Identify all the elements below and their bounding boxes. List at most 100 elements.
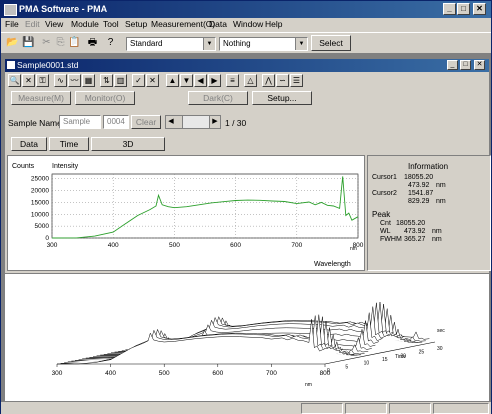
cursor2-unit: nm (436, 198, 446, 205)
cursor1-unit: nm (436, 182, 446, 189)
maximize-button[interactable]: □ (457, 3, 470, 15)
menu-setup[interactable]: Setup (125, 19, 147, 29)
preset-combo[interactable]: Standard ▼ (126, 37, 216, 51)
y-tick-label: 25000 (31, 176, 49, 183)
setup-button[interactable]: Setup... (252, 91, 312, 105)
menu-bar: File Edit View Module Tool Setup Measure… (1, 18, 491, 31)
doc-minimize-button[interactable]: _ (447, 60, 458, 70)
spectrum-icon[interactable]: ∿ (54, 74, 67, 87)
spectrum-graph[interactable]: Counts Intensity 25000 20000 15000 10000 500… (7, 155, 365, 271)
waterfall-graph[interactable]: 300 400 500 600 700 800 0 5 10 15 20 25 30 nm Time … (5, 273, 489, 402)
arrow-right-icon[interactable]: ▶ (208, 74, 221, 87)
columns-icon[interactable]: ▥ (114, 74, 127, 87)
main-toolbar: 📂 💾 ✂ ⎘ 📋 🖶 ? Standard ▼ Nothing ▼ Selec… (1, 32, 491, 54)
lines-icon[interactable]: ☰ (290, 74, 303, 87)
tab-time[interactable]: Time (49, 137, 89, 151)
curve-icon[interactable]: ∽ (276, 74, 289, 87)
arrow-left-icon[interactable]: ◀ (194, 74, 207, 87)
help-icon[interactable]: ? (103, 35, 118, 50)
page-indicator: 1 / 30 (225, 118, 247, 128)
cross-icon[interactable]: ✕ (146, 74, 159, 87)
lock-icon[interactable]: ⚿ (36, 74, 49, 87)
measure-button[interactable]: Measure(M) (11, 91, 71, 105)
doc-close-button[interactable]: ✕ (474, 60, 485, 70)
chevron-down-icon: ▼ (203, 38, 215, 50)
triangle-icon[interactable]: △ (244, 74, 257, 87)
document-title-bar: Sample0001.std _ □ ✕ (5, 59, 489, 72)
close-button[interactable]: ✕ (473, 3, 486, 15)
waterfall-time-tick-label: 10 (364, 361, 370, 367)
cursor2-value: 1541.87 (408, 190, 434, 197)
menu-module[interactable]: Module (71, 19, 99, 29)
waterfall-x-tick-label: 600 (212, 370, 223, 377)
app-title: PMA Software - PMA (19, 4, 108, 14)
cursor1-value: 18055.20 (404, 174, 434, 181)
menu-help[interactable]: Help (265, 19, 282, 29)
waterfall-x-unit: nm (305, 382, 312, 388)
x-tick-label: 500 (169, 242, 180, 249)
dark-button[interactable]: Dark(C) (188, 91, 248, 105)
sample-index-input[interactable]: 0004 (103, 115, 129, 129)
menu-window[interactable]: Window (233, 19, 263, 29)
menu-tool[interactable]: Tool (103, 19, 119, 29)
preset-combo-value: Standard (130, 39, 163, 48)
menu-file[interactable]: File (5, 19, 19, 29)
waterfall-time-tick-label: 15 (382, 357, 388, 363)
peak-icon[interactable]: ⋀ (262, 74, 275, 87)
copy-icon[interactable]: ⎘ (53, 35, 68, 50)
waterfall-x-tick-label: 700 (266, 370, 277, 377)
reset-icon[interactable]: ✕ (22, 74, 35, 87)
waterfall-time-tick-label: 25 (419, 350, 425, 356)
sort-icon[interactable]: ⇅ (100, 74, 113, 87)
x-tick-label: 700 (291, 242, 302, 249)
waterfall-time-label: Time (395, 354, 406, 360)
status-pane-1 (301, 403, 343, 414)
select-button[interactable]: Select (311, 35, 351, 51)
check-icon[interactable]: ✓ (132, 74, 145, 87)
open-folder-icon[interactable]: 📂 (5, 35, 20, 50)
sample-name-input[interactable]: Sample (59, 115, 101, 129)
document-icon (7, 61, 15, 69)
waterfall-time-tick-label: 30 (437, 346, 443, 352)
menu-data[interactable]: Data (209, 19, 227, 29)
menu-edit[interactable]: Edit (25, 19, 40, 29)
paste-icon[interactable]: 📋 (67, 35, 82, 50)
tab-3d[interactable]: 3D (91, 137, 165, 151)
arrow-down-icon[interactable]: ▼ (180, 74, 193, 87)
x-tick-label: 600 (230, 242, 241, 249)
doc-maximize-button[interactable]: □ (460, 60, 471, 70)
page-scrollbar[interactable]: ◀ ▶ (165, 115, 221, 129)
print-icon[interactable]: 🖶 (85, 35, 100, 50)
save-icon[interactable]: 💾 (21, 35, 36, 50)
wave-icon[interactable]: 〰 (68, 74, 81, 87)
wl-unit: nm (432, 228, 442, 235)
plot-frame (51, 173, 359, 239)
menu-view[interactable]: View (45, 19, 63, 29)
cut-icon[interactable]: ✂ (39, 35, 54, 50)
waterfall-x-tick-label: 300 (52, 370, 63, 377)
grid-icon[interactable]: ▦ (82, 74, 95, 87)
fwhm-unit: nm (432, 236, 442, 243)
app-window: PMA Software - PMA _ □ ✕ File Edit View … (0, 0, 492, 414)
x-unit-label: nm (350, 246, 357, 252)
spectrum-chart: Counts Intensity 25000 20000 15000 10000 500… (12, 163, 364, 268)
clear-button[interactable]: Clear (131, 115, 161, 129)
arrow-up-icon[interactable]: ▲ (166, 74, 179, 87)
document-title: Sample0001.std (17, 60, 79, 70)
tab-data[interactable]: Data (11, 137, 47, 151)
menu-measurement[interactable]: Measurement(O) (151, 19, 215, 29)
intensity-label: Intensity (52, 163, 79, 170)
monitor-button[interactable]: Monitor(O) (75, 91, 135, 105)
sample-name-label: Sample Name (8, 118, 62, 128)
nothing-combo[interactable]: Nothing ▼ (219, 37, 308, 51)
wavelength-label: Wavelength (314, 261, 351, 268)
minimize-button[interactable]: _ (443, 3, 456, 15)
scroll-thumb[interactable] (176, 116, 183, 128)
y-tick-label: 5000 (35, 223, 50, 230)
zoom-icon[interactable]: 🔍 (8, 74, 21, 87)
waterfall-x-tick-label: 500 (159, 370, 170, 377)
scroll-right-icon[interactable]: ▶ (209, 116, 220, 128)
list-icon[interactable]: ≡ (226, 74, 239, 87)
nothing-combo-value: Nothing (223, 39, 251, 48)
cnt-label: Cnt (380, 220, 391, 227)
